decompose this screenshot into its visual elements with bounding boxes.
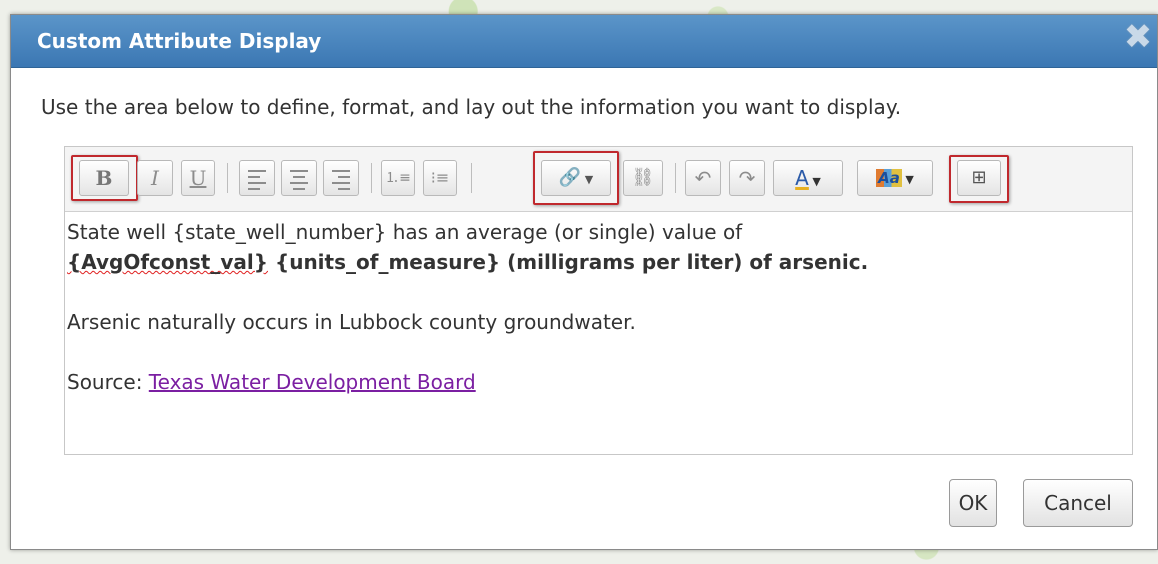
- undo-button[interactable]: ↶: [685, 160, 721, 196]
- text-style-icon: Aa: [876, 169, 902, 187]
- cancel-button[interactable]: Cancel: [1023, 479, 1133, 527]
- unlink-icon: ⛓: [631, 167, 655, 188]
- toolbar-separator: [675, 163, 676, 193]
- underline-button[interactable]: U: [181, 160, 215, 196]
- toolbar-separator: [371, 163, 372, 193]
- redo-icon: ↷: [738, 166, 756, 190]
- bullet-list-button[interactable]: ⁝≡: [423, 160, 457, 196]
- source-link[interactable]: Texas Water Development Board: [149, 370, 476, 394]
- undo-icon: ↶: [694, 166, 712, 190]
- insert-field-button[interactable]: ⊞: [957, 160, 1001, 196]
- insert-link-icon: 🔗: [558, 167, 582, 188]
- numbered-list-icon: ⒈≡: [385, 170, 411, 186]
- source-line: Source: Texas Water Development Board: [67, 367, 1130, 397]
- align-right-icon: [332, 170, 350, 194]
- content-line-1: State well {state_well_number} has an av…: [67, 220, 743, 244]
- field-token-avg: {AvgOfconst_val}: [67, 250, 268, 274]
- chevron-down-icon: ▼: [808, 175, 821, 188]
- content-paragraph-2: Arsenic naturally occurs in Lubbock coun…: [67, 310, 636, 334]
- editor-content[interactable]: State well {state_well_number} has an av…: [65, 211, 1132, 454]
- align-left-icon: [248, 170, 266, 194]
- italic-button[interactable]: I: [137, 160, 173, 196]
- align-right-button[interactable]: [323, 160, 359, 196]
- chevron-down-icon: ▼: [901, 173, 914, 186]
- bullet-list-icon: ⁝≡: [430, 168, 450, 187]
- ok-button[interactable]: OK: [949, 479, 997, 527]
- text-style-dropdown[interactable]: Aa ▼: [857, 160, 933, 196]
- align-center-icon: [290, 170, 308, 194]
- dialog-title: Custom Attribute Display: [37, 29, 322, 53]
- dialog-titlebar[interactable]: Custom Attribute Display ✖: [11, 15, 1157, 68]
- chevron-down-icon: ▼: [581, 173, 594, 186]
- rich-text-editor: B I U ⒈≡ ⁝≡ 🔗 ▼ ⛓ ↶ ↷ A ▼ Aa ▼ ⊞ State w…: [64, 146, 1133, 455]
- toolbar-separator: [227, 163, 228, 193]
- bold-button[interactable]: B: [79, 160, 129, 196]
- custom-attribute-dialog: Custom Attribute Display ✖ Use the area …: [10, 14, 1158, 550]
- editor-toolbar: B I U ⒈≡ ⁝≡ 🔗 ▼ ⛓ ↶ ↷ A ▼ Aa ▼ ⊞: [65, 147, 1132, 212]
- insert-link-dropdown[interactable]: 🔗 ▼: [541, 160, 611, 196]
- align-left-button[interactable]: [239, 160, 275, 196]
- numbered-list-button[interactable]: ⒈≡: [381, 160, 415, 196]
- content-line-2-rest: {units_of_measure} (milligrams per liter…: [268, 250, 869, 274]
- font-color-dropdown[interactable]: A ▼: [773, 160, 843, 196]
- close-icon[interactable]: ✖: [1123, 20, 1153, 54]
- content-line-2: {AvgOfconst_val} {units_of_measure} (mil…: [67, 247, 1130, 277]
- source-label: Source:: [67, 370, 149, 394]
- font-color-icon: A: [795, 166, 809, 190]
- toolbar-separator: [471, 163, 472, 193]
- insert-field-icon: ⊞: [971, 167, 987, 188]
- redo-button[interactable]: ↷: [729, 160, 765, 196]
- align-center-button[interactable]: [281, 160, 317, 196]
- unlink-button[interactable]: ⛓: [623, 160, 663, 196]
- instructions-text: Use the area below to define, format, an…: [41, 95, 902, 119]
